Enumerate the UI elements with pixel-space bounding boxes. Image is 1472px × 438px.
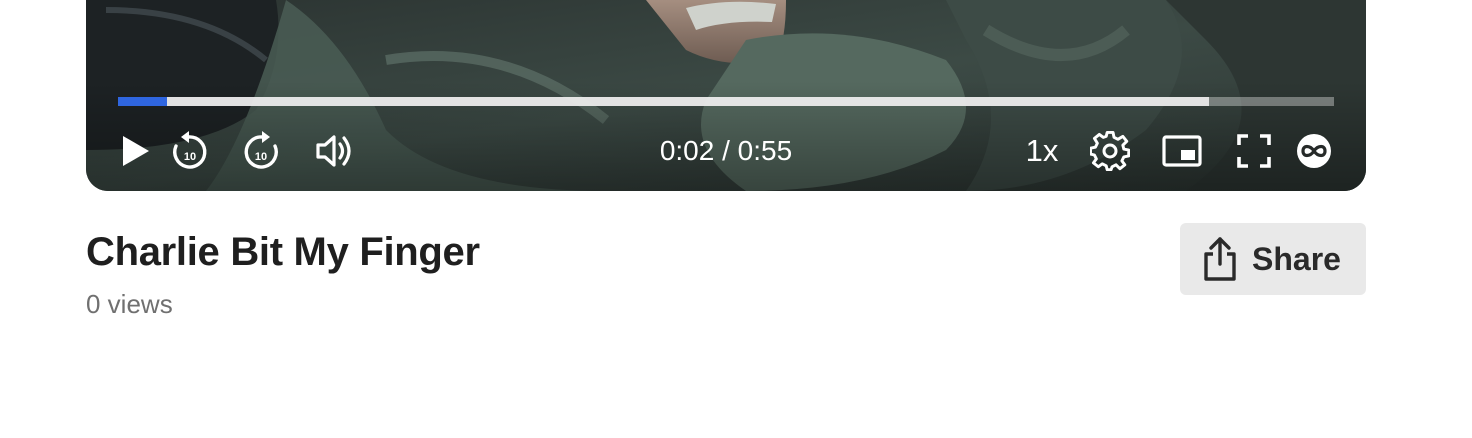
volume-icon [316,135,351,167]
buffered-bar [118,97,1209,106]
forward-10-icon: 10 [244,131,278,169]
settings-button[interactable] [1087,128,1133,174]
view-count: 0 views [86,289,173,319]
share-button[interactable]: Share [1180,223,1366,295]
play-button[interactable] [112,128,158,174]
forward-10-button[interactable]: 10 [239,128,285,174]
progress-bar[interactable] [118,97,1334,106]
video-player[interactable]: 10 10 0:02 / 0:55 1x [86,0,1366,191]
play-icon [123,136,149,166]
fullscreen-icon [1237,134,1271,168]
rewind-10-button[interactable]: 10 [166,128,212,174]
picture-in-picture-button[interactable] [1159,128,1205,174]
share-label: Share [1252,240,1341,277]
time-display: 0:02 / 0:55 [659,135,793,166]
loop-icon [1297,134,1331,168]
svg-text:10: 10 [255,151,267,163]
gear-icon [1090,131,1130,171]
svg-text:10: 10 [184,151,196,163]
loop-button[interactable] [1291,128,1337,174]
rewind-10-icon: 10 [173,131,207,169]
share-icon [1204,237,1236,281]
fullscreen-button[interactable] [1231,128,1277,174]
played-bar [118,97,167,106]
playback-speed-button[interactable]: 1x [1021,133,1063,169]
picture-in-picture-icon [1162,135,1202,167]
volume-button[interactable] [311,128,357,174]
video-title: Charlie Bit My Finger [86,230,480,274]
